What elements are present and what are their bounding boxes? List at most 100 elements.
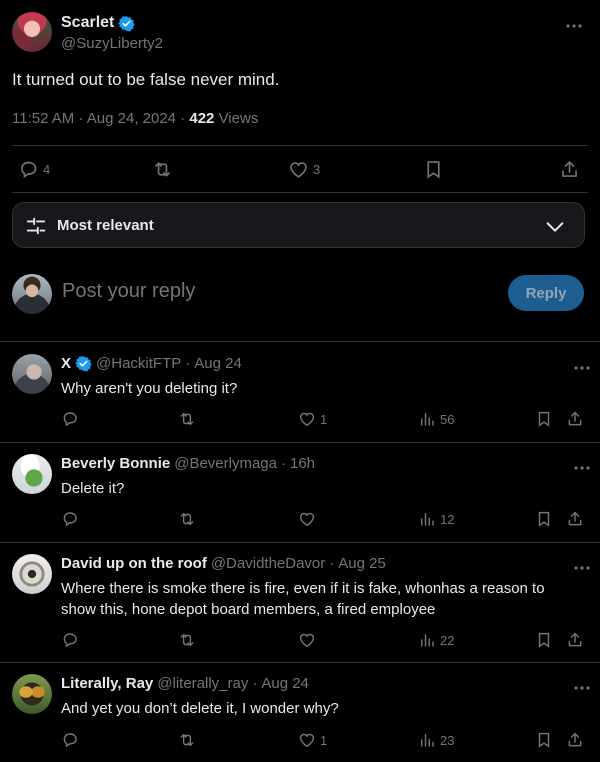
reply-header: X @HackitFTP · Aug 24 xyxy=(61,355,242,372)
post-action-bar: 4 3 xyxy=(12,147,588,191)
views-count: 23 xyxy=(440,732,455,748)
share-button[interactable] xyxy=(566,631,584,649)
bookmark-icon xyxy=(535,731,553,749)
more-icon[interactable] xyxy=(572,360,592,370)
reply-item[interactable]: X @HackitFTP · Aug 24 Why aren't you del… xyxy=(0,342,600,442)
bookmark-button[interactable] xyxy=(535,731,553,749)
like-icon xyxy=(298,510,316,528)
like-button[interactable] xyxy=(298,510,320,528)
reply-date[interactable]: 16h xyxy=(290,455,315,472)
repost-button[interactable] xyxy=(152,159,173,180)
views-button[interactable]: 12 xyxy=(418,510,454,528)
reply-author-name[interactable]: Beverly Bonnie xyxy=(61,455,170,472)
repost-button[interactable] xyxy=(178,510,196,528)
like-icon xyxy=(298,410,316,428)
post-time[interactable]: 11:52 AM xyxy=(12,110,74,127)
share-button[interactable] xyxy=(566,510,584,528)
reply-button[interactable] xyxy=(61,731,79,749)
bookmark-button[interactable] xyxy=(535,510,553,528)
views-button[interactable]: 22 xyxy=(418,631,454,649)
reply-author-name[interactable]: David up on the roof xyxy=(61,555,207,572)
bookmark-icon xyxy=(535,410,553,428)
reply-icon xyxy=(61,410,79,428)
post-header: Scarlet @SuzyLiberty2 xyxy=(12,12,588,54)
reply-button[interactable] xyxy=(61,631,79,649)
reply-handle[interactable]: @HackitFTP xyxy=(96,355,181,372)
reply-date[interactable]: Aug 24 xyxy=(194,355,242,372)
reply-icon xyxy=(61,510,79,528)
like-button[interactable]: 1 xyxy=(298,410,327,428)
more-icon[interactable] xyxy=(572,560,592,570)
share-icon xyxy=(566,631,584,649)
reply-item[interactable]: David up on the roof @DavidtheDavor · Au… xyxy=(0,542,600,662)
bookmark-button[interactable] xyxy=(535,631,553,649)
views-icon xyxy=(418,731,436,749)
reply-handle[interactable]: @literally_ray xyxy=(157,675,248,692)
bookmark-icon xyxy=(423,159,444,180)
reply-icon xyxy=(61,631,79,649)
share-button[interactable] xyxy=(566,731,584,749)
reply-handle[interactable]: @Beverlymaga xyxy=(174,455,277,472)
reply-input[interactable] xyxy=(62,280,442,303)
reply-avatar[interactable] xyxy=(12,354,52,394)
author-name-text[interactable]: Scarlet xyxy=(61,14,114,32)
like-button[interactable]: 3 xyxy=(288,159,320,180)
views-icon xyxy=(418,510,436,528)
sort-dropdown[interactable]: Most relevant xyxy=(12,202,585,248)
reply-author-name[interactable]: X xyxy=(61,355,71,372)
reply-item[interactable]: Literally, Ray @literally_ray · Aug 24 A… xyxy=(0,662,600,762)
reply-item[interactable]: Beverly Bonnie @Beverlymaga · 16h Delete… xyxy=(0,442,600,542)
views-button[interactable]: 23 xyxy=(418,731,454,749)
reply-avatar[interactable] xyxy=(12,454,52,494)
share-button[interactable] xyxy=(566,410,584,428)
post-timestamp: 11:52 AM · Aug 24, 2024 · 422 Views xyxy=(12,110,258,127)
reply-date[interactable]: Aug 24 xyxy=(261,675,309,692)
repost-button[interactable] xyxy=(178,631,196,649)
reply-button[interactable] xyxy=(61,510,79,528)
verified-badge-icon xyxy=(118,15,135,32)
reply-avatar[interactable] xyxy=(12,554,52,594)
like-button[interactable]: 1 xyxy=(298,731,327,749)
reply-avatar[interactable] xyxy=(12,674,52,714)
like-icon xyxy=(288,159,309,180)
reply-submit-button[interactable]: Reply xyxy=(508,275,584,311)
more-icon[interactable] xyxy=(572,460,592,470)
more-icon[interactable] xyxy=(572,680,592,690)
reply-header: Beverly Bonnie @Beverlymaga · 16h xyxy=(61,455,315,472)
meta-separator: · xyxy=(281,455,286,472)
like-button[interactable] xyxy=(298,631,320,649)
more-icon[interactable] xyxy=(564,18,584,28)
reply-text: Why aren't you deleting it? xyxy=(61,380,238,397)
post-date[interactable]: Aug 24, 2024 xyxy=(87,110,176,127)
reply-header: David up on the roof @DavidtheDavor · Au… xyxy=(61,555,386,572)
my-avatar[interactable] xyxy=(12,274,52,314)
meta-separator: · xyxy=(252,675,258,692)
meta-separator: · xyxy=(180,110,190,127)
share-button[interactable] xyxy=(559,159,580,180)
like-count: 1 xyxy=(320,411,328,427)
reply-count: 4 xyxy=(43,162,51,177)
repost-button[interactable] xyxy=(178,731,196,749)
reply-button[interactable] xyxy=(61,410,79,428)
reply-button[interactable]: 4 xyxy=(18,159,50,180)
reply-handle[interactable]: @DavidtheDavor xyxy=(211,555,325,572)
reply-author-name[interactable]: Literally, Ray xyxy=(61,675,153,692)
like-count: 1 xyxy=(320,732,328,748)
bookmark-button[interactable] xyxy=(535,410,553,428)
repost-button[interactable] xyxy=(178,410,196,428)
chevron-down-icon xyxy=(546,222,564,232)
share-icon xyxy=(566,731,584,749)
views-icon xyxy=(418,410,436,428)
author-handle[interactable]: @SuzyLiberty2 xyxy=(61,35,163,52)
reply-text: Where there is smoke there is fire, even… xyxy=(61,580,545,618)
views-button[interactable]: 56 xyxy=(418,410,454,428)
repost-icon xyxy=(178,731,196,749)
share-icon xyxy=(559,159,580,180)
views-count: 12 xyxy=(440,511,455,527)
like-icon xyxy=(298,731,316,749)
reply-date[interactable]: Aug 25 xyxy=(338,555,386,572)
bookmark-button[interactable] xyxy=(423,159,444,180)
like-count: 3 xyxy=(313,162,321,177)
author-avatar[interactable] xyxy=(12,12,52,52)
author-name[interactable]: Scarlet xyxy=(61,14,135,32)
